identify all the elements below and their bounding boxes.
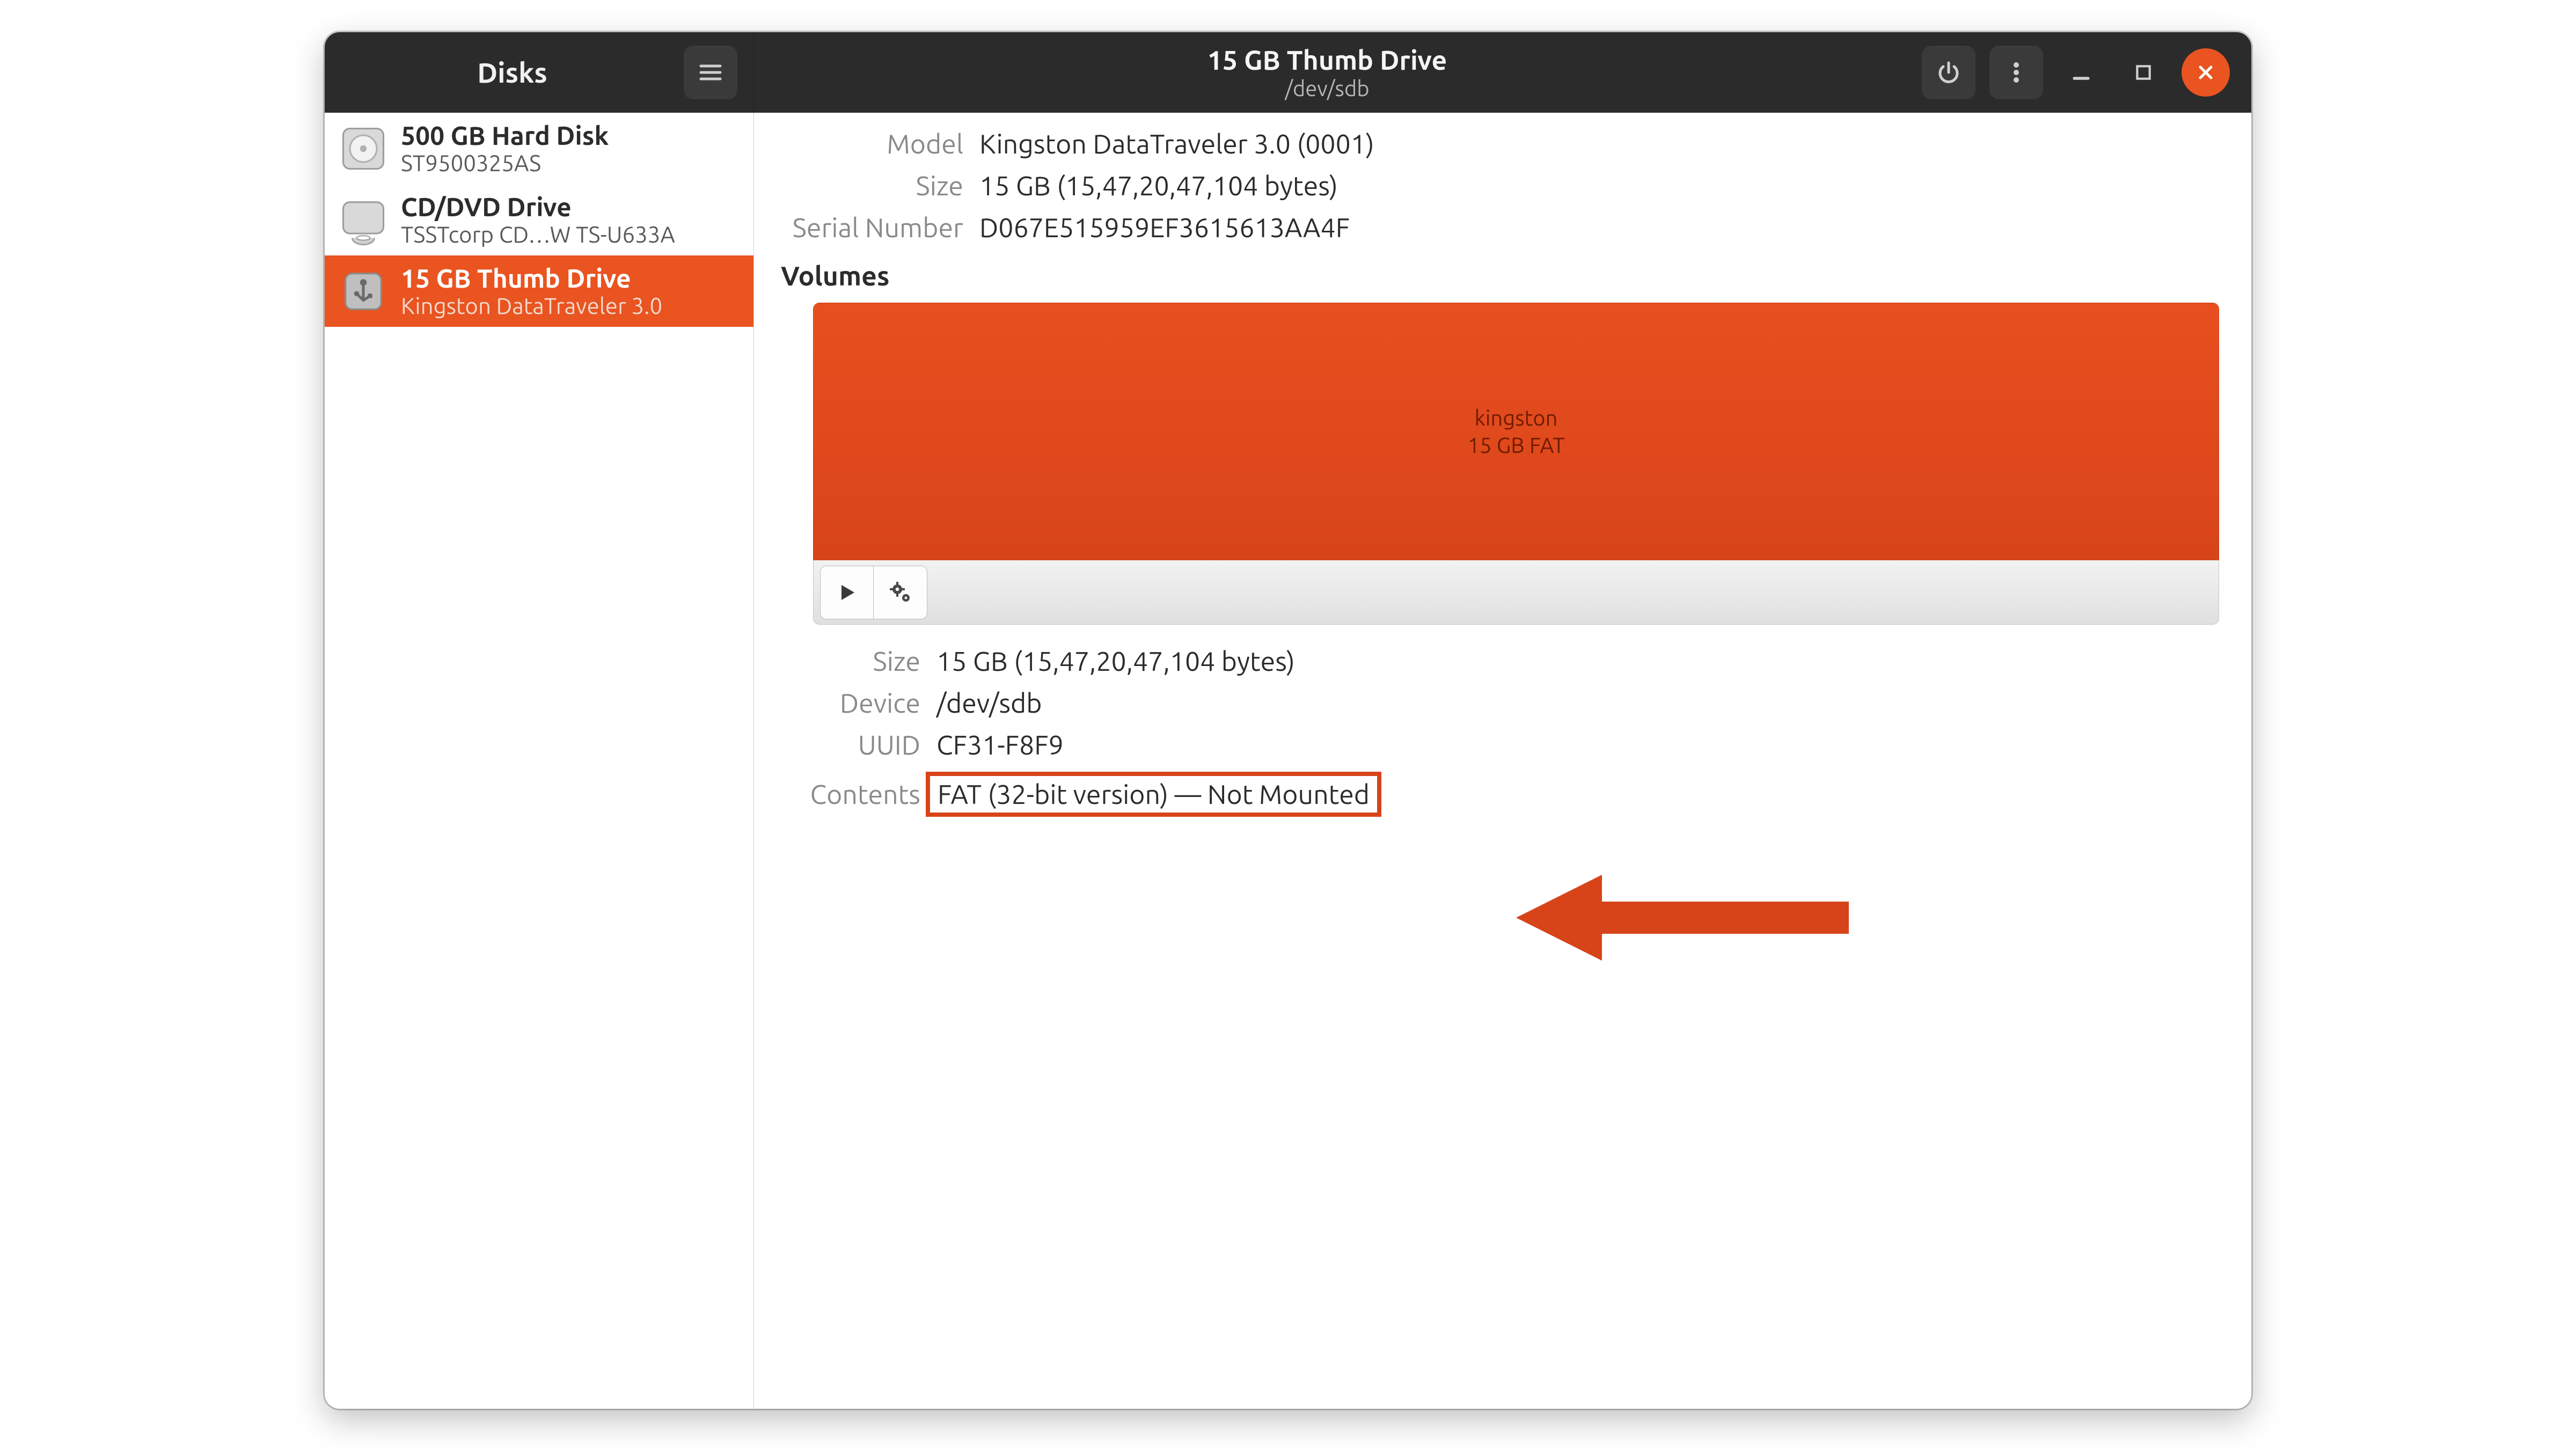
content: Model Kingston DataTraveler 3.0 (0001) S… xyxy=(754,113,2251,1409)
info-row-serial: Serial Number D067E515959EF3615613AA4F xyxy=(781,213,2224,243)
label-serial: Serial Number xyxy=(781,213,963,243)
app-title: Disks xyxy=(341,57,684,88)
value-model: Kingston DataTraveler 3.0 (0001) xyxy=(979,129,1374,159)
play-icon xyxy=(834,580,860,605)
volume-toolbar xyxy=(813,560,2219,625)
value-uuid: CF31-F8F9 xyxy=(936,730,1064,760)
value-contents: FAT (32-bit version) — Not Mounted xyxy=(926,772,1381,817)
kebab-icon xyxy=(2003,60,2029,85)
info-row-device: Device /dev/sdb xyxy=(781,688,2224,718)
info-row-contents: Contents FAT (32-bit version) — Not Moun… xyxy=(781,772,2224,817)
info-row-uuid: UUID CF31-F8F9 xyxy=(781,730,2224,760)
sidebar-item-thumb-drive[interactable]: 15 GB Thumb Drive Kingston DataTraveler … xyxy=(325,255,753,327)
value-size: 15 GB (15,47,20,47,104 bytes) xyxy=(979,171,1338,201)
mount-button[interactable] xyxy=(820,566,874,619)
sidebar-item-subtitle: TSSTcorp CD…W TS-U633A xyxy=(401,222,742,247)
sidebar: 500 GB Hard Disk ST9500325AS CD/DVD Driv… xyxy=(325,113,754,1409)
power-icon xyxy=(1936,60,1962,85)
close-icon xyxy=(2195,62,2216,83)
sidebar-item-title: 15 GB Thumb Drive xyxy=(401,264,742,293)
headerbar: Disks 15 GB Thumb Drive /dev/sdb xyxy=(325,32,2251,113)
header-center: 15 GB Thumb Drive /dev/sdb xyxy=(754,32,1900,113)
sidebar-item-optical-drive[interactable]: CD/DVD Drive TSSTcorp CD…W TS-U633A xyxy=(325,184,753,255)
partition-desc: 15 GB FAT xyxy=(1468,433,1565,457)
disks-window: Disks 15 GB Thumb Drive /dev/sdb xyxy=(325,32,2251,1409)
header-left: Disks xyxy=(325,32,754,113)
body: 500 GB Hard Disk ST9500325AS CD/DVD Driv… xyxy=(325,113,2251,1409)
info-row-vol-size: Size 15 GB (15,47,20,47,104 bytes) xyxy=(781,646,2224,676)
volume-settings-button[interactable] xyxy=(874,566,927,619)
sidebar-item-title: CD/DVD Drive xyxy=(401,193,742,222)
volumes-section-title: Volumes xyxy=(781,261,2224,291)
partition-block[interactable]: kingston 15 GB FAT xyxy=(813,303,2219,560)
header-drive-title: 15 GB Thumb Drive xyxy=(1208,45,1447,75)
value-device: /dev/sdb xyxy=(936,688,1042,718)
partition-name: kingston xyxy=(1475,406,1558,430)
drive-menu-button[interactable] xyxy=(1989,46,2043,99)
header-drive-path: /dev/sdb xyxy=(1285,76,1369,100)
sidebar-item-subtitle: Kingston DataTraveler 3.0 xyxy=(401,293,742,318)
label-model: Model xyxy=(781,129,963,159)
minimize-icon xyxy=(2069,61,2093,84)
sidebar-item-subtitle: ST9500325AS xyxy=(401,150,742,175)
hamburger-icon xyxy=(698,60,723,85)
app-menu-button[interactable] xyxy=(684,46,737,99)
harddisk-icon xyxy=(336,122,390,175)
maximize-button[interactable] xyxy=(2119,48,2168,97)
volume-details: Size 15 GB (15,47,20,47,104 bytes) Devic… xyxy=(781,646,2224,817)
label-vol-size: Size xyxy=(781,646,920,676)
value-serial: D067E515959EF3615613AA4F xyxy=(979,213,1350,243)
sidebar-item-title: 500 GB Hard Disk xyxy=(401,121,742,150)
close-button[interactable] xyxy=(2182,48,2230,97)
label-contents: Contents xyxy=(781,779,920,809)
value-vol-size: 15 GB (15,47,20,47,104 bytes) xyxy=(936,646,1295,676)
info-row-size: Size 15 GB (15,47,20,47,104 bytes) xyxy=(781,171,2224,201)
label-uuid: UUID xyxy=(781,730,920,760)
label-device: Device xyxy=(781,688,920,718)
power-button[interactable] xyxy=(1922,46,1975,99)
optical-drive-icon xyxy=(336,193,390,247)
header-right xyxy=(1900,32,2251,113)
minimize-button[interactable] xyxy=(2057,48,2105,97)
usb-drive-icon xyxy=(336,265,390,318)
maximize-icon xyxy=(2133,62,2154,83)
gears-icon xyxy=(888,580,913,605)
info-row-model: Model Kingston DataTraveler 3.0 (0001) xyxy=(781,129,2224,159)
sidebar-item-hard-disk[interactable]: 500 GB Hard Disk ST9500325AS xyxy=(325,113,753,184)
volumes-box: kingston 15 GB FAT xyxy=(813,303,2219,625)
label-size: Size xyxy=(781,171,963,201)
